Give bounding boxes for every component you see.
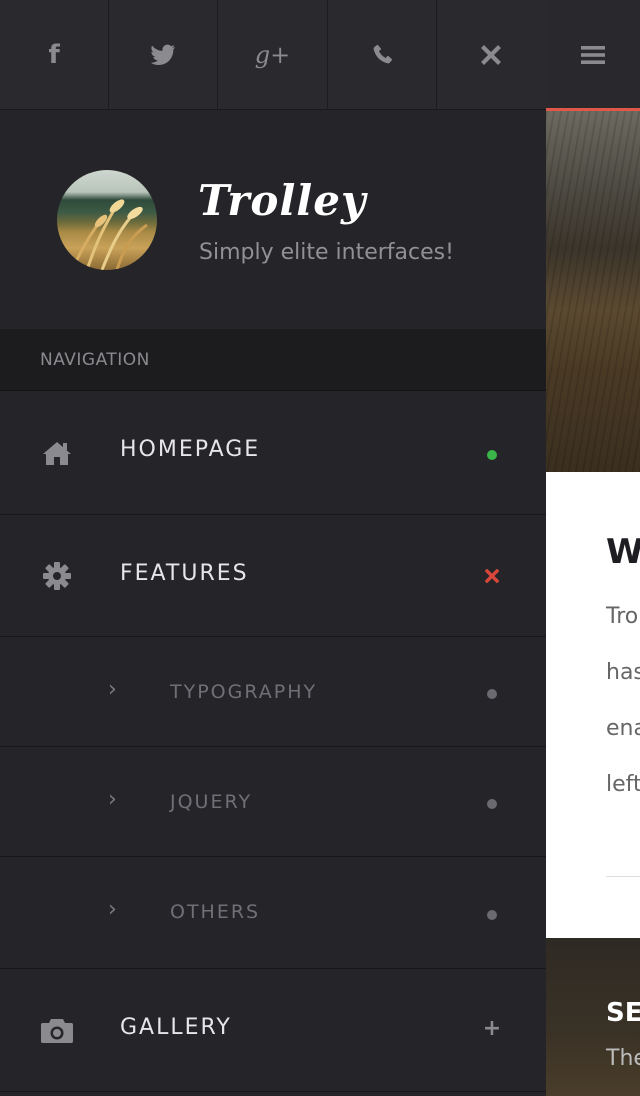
gray-dot-icon bbox=[487, 689, 497, 699]
status-green-dot bbox=[482, 445, 502, 465]
plus-icon: + bbox=[482, 1016, 502, 1041]
gray-dot-icon bbox=[487, 910, 497, 920]
camera-icon bbox=[40, 1013, 74, 1047]
navigation-heading: NAVIGATION bbox=[0, 330, 546, 391]
google-plus-icon: g+ bbox=[254, 40, 291, 69]
nav-subitem-label: TYPOGRAPHY bbox=[170, 681, 318, 703]
nav-item-features[interactable]: FEATURES bbox=[0, 515, 546, 637]
close-button[interactable] bbox=[437, 0, 546, 109]
chevron-right-icon: › bbox=[108, 897, 117, 922]
status-plus[interactable]: + bbox=[482, 1016, 502, 1041]
nav-item-gallery[interactable]: GALLERY + bbox=[0, 969, 546, 1092]
nav-subitem-label: OTHERS bbox=[170, 901, 261, 923]
nav-subitem-jquery[interactable]: › JQUERY bbox=[0, 747, 546, 857]
facebook-icon: f bbox=[48, 39, 60, 70]
article-text-line: left bbox=[606, 772, 640, 797]
article-text-line: ena bbox=[606, 716, 640, 741]
nav-item-label: FEATURES bbox=[120, 561, 249, 586]
article-title: W bbox=[606, 532, 640, 572]
content-panel: W Tro has ena left SE The bbox=[546, 0, 640, 1096]
hero-image bbox=[546, 111, 640, 472]
tagline: Simply elite interfaces! bbox=[199, 240, 454, 265]
navigation-heading-label: NAVIGATION bbox=[40, 350, 150, 370]
nav-subitem-label: JQUERY bbox=[170, 791, 253, 813]
nav-item-label: HOMEPAGE bbox=[120, 437, 261, 462]
close-icon bbox=[481, 44, 502, 65]
gear-icon bbox=[40, 559, 74, 593]
facebook-button[interactable]: f bbox=[0, 0, 110, 109]
home-icon bbox=[40, 436, 74, 470]
menu-toggle-button[interactable] bbox=[546, 0, 640, 110]
hamburger-icon bbox=[581, 46, 605, 64]
phone-icon bbox=[373, 44, 392, 63]
content-topbar bbox=[546, 0, 640, 110]
status-red-x[interactable] bbox=[482, 566, 502, 586]
google-plus-button[interactable]: g+ bbox=[218, 0, 328, 109]
profile-header: Trolley Simply elite interfaces! bbox=[0, 110, 546, 330]
footer-title: SE bbox=[606, 998, 640, 1028]
article-divider bbox=[606, 876, 640, 877]
phone-button[interactable] bbox=[328, 0, 437, 109]
social-bar: f g+ bbox=[0, 0, 546, 110]
status-gray-dot bbox=[482, 905, 502, 925]
gray-dot-icon bbox=[487, 799, 497, 809]
status-gray-dot bbox=[482, 684, 502, 704]
footer-block: SE The bbox=[546, 938, 640, 1096]
wheat-field-image bbox=[70, 199, 148, 270]
nav-item-label: GALLERY bbox=[120, 1015, 232, 1040]
chevron-right-icon: › bbox=[108, 787, 117, 812]
avatar bbox=[57, 170, 157, 270]
footer-text: The bbox=[606, 1046, 640, 1071]
chevron-right-icon: › bbox=[108, 677, 117, 702]
nav-subitem-others[interactable]: › OTHERS bbox=[0, 857, 546, 969]
status-gray-dot bbox=[482, 794, 502, 814]
sidebar: f g+ Trolley Simply elite interfaces! NA… bbox=[0, 0, 546, 1096]
green-dot-icon bbox=[487, 450, 497, 460]
nav-item-homepage[interactable]: HOMEPAGE bbox=[0, 391, 546, 515]
article-text-line: has bbox=[606, 660, 640, 685]
twitter-button[interactable] bbox=[109, 0, 219, 109]
twitter-icon bbox=[151, 44, 176, 65]
brand-logo: Trolley bbox=[198, 176, 367, 225]
close-icon bbox=[485, 569, 499, 583]
article-text-line: Tro bbox=[606, 604, 639, 629]
article-card: W Tro has ena left bbox=[546, 472, 640, 938]
nav-subitem-typography[interactable]: › TYPOGRAPHY bbox=[0, 637, 546, 747]
